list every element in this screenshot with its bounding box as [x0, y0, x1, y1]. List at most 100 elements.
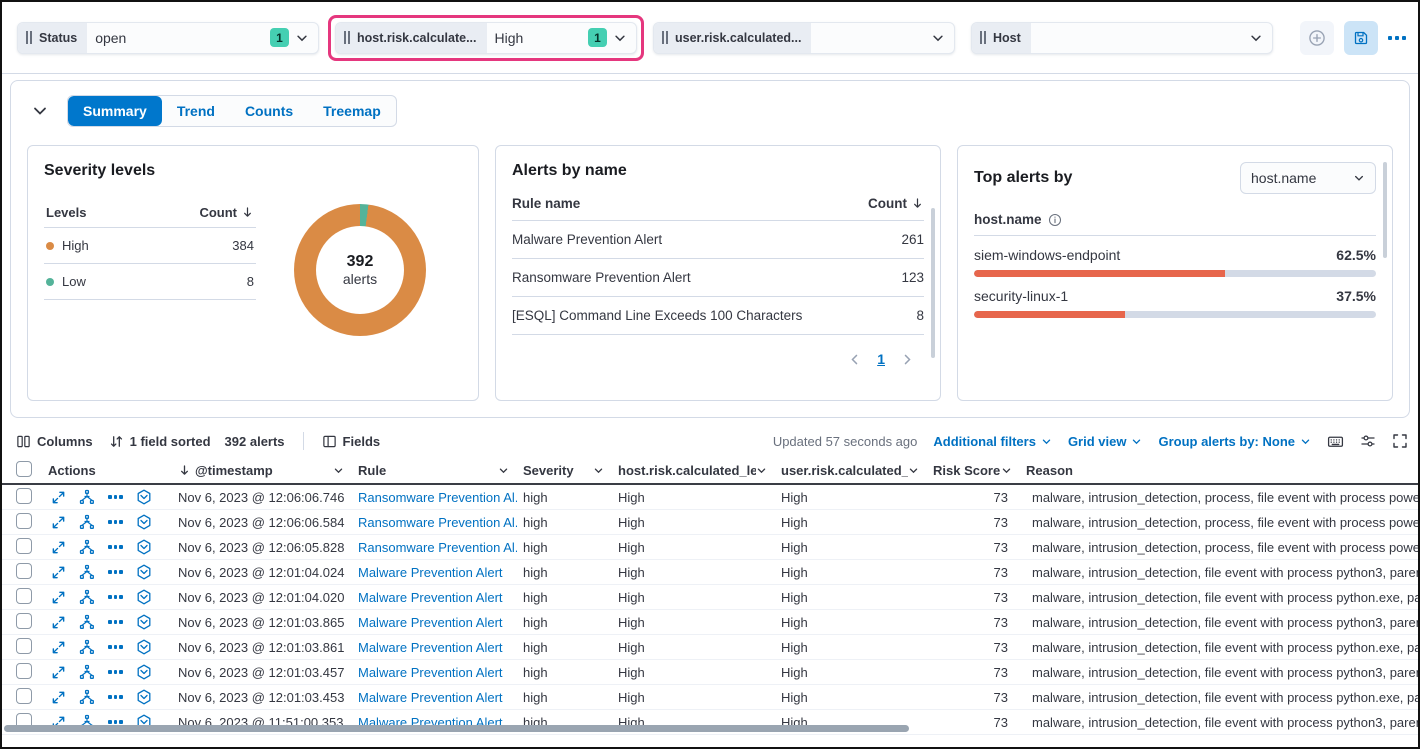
chevron-down-icon[interactable] — [1249, 31, 1263, 45]
row-checkbox[interactable] — [16, 613, 32, 629]
chevron-down-icon[interactable] — [613, 31, 627, 45]
expand-alert-icon[interactable] — [51, 665, 66, 680]
chevron-down-icon[interactable] — [333, 465, 344, 476]
stack-by-select[interactable]: host.name — [1240, 162, 1376, 194]
count-header[interactable]: Count — [868, 196, 907, 211]
chevron-down-icon[interactable] — [1001, 465, 1012, 476]
investigate-timeline-icon[interactable] — [136, 664, 152, 680]
investigate-timeline-icon[interactable] — [136, 514, 152, 530]
investigate-timeline-icon[interactable] — [136, 564, 152, 580]
more-actions-icon[interactable] — [108, 695, 123, 699]
rule-link[interactable]: Ransomware Prevention Al... — [352, 515, 517, 530]
view-tab[interactable]: Summary — [68, 96, 162, 126]
row-checkbox[interactable] — [16, 688, 32, 704]
expand-alert-icon[interactable] — [51, 690, 66, 705]
chevron-down-icon[interactable] — [908, 465, 919, 476]
rule-link[interactable]: Malware Prevention Alert — [352, 690, 517, 705]
expand-alert-icon[interactable] — [51, 515, 66, 530]
drag-handle-icon[interactable] — [980, 31, 986, 44]
previous-page-button[interactable] — [848, 353, 861, 366]
column-header[interactable]: Risk Score — [927, 463, 1020, 478]
investigate-timeline-icon[interactable] — [136, 639, 152, 655]
analyze-event-icon[interactable] — [79, 514, 95, 530]
column-header[interactable]: host.risk.calculated_level — [612, 463, 775, 478]
more-actions-icon[interactable] — [108, 645, 123, 649]
analyze-event-icon[interactable] — [79, 689, 95, 705]
next-page-button[interactable] — [901, 353, 914, 366]
more-actions-icon[interactable] — [108, 720, 123, 724]
more-actions-icon[interactable] — [108, 495, 123, 499]
drag-handle-icon[interactable] — [662, 31, 668, 44]
row-checkbox[interactable] — [16, 513, 32, 529]
column-header[interactable]: Rule — [352, 463, 517, 478]
more-actions-icon[interactable] — [108, 520, 123, 524]
chevron-down-icon[interactable] — [295, 31, 309, 45]
analyze-event-icon[interactable] — [79, 664, 95, 680]
rule-link[interactable]: Malware Prevention Alert — [352, 640, 517, 655]
analyze-event-icon[interactable] — [79, 589, 95, 605]
keyboard-shortcuts-button[interactable] — [1327, 433, 1344, 450]
severity-donut-chart[interactable]: 392 alerts — [294, 204, 426, 336]
fullscreen-button[interactable] — [1392, 433, 1408, 449]
column-header[interactable]: Actions — [42, 463, 172, 478]
chevron-down-icon[interactable] — [498, 465, 509, 476]
display-options-button[interactable] — [1360, 433, 1376, 449]
vertical-scrollbar[interactable] — [931, 208, 935, 358]
count-header[interactable]: Count — [199, 205, 237, 220]
investigate-timeline-icon[interactable] — [136, 539, 152, 555]
page-number[interactable]: 1 — [877, 351, 885, 367]
vertical-scrollbar[interactable] — [1383, 162, 1387, 258]
rule-link[interactable]: Malware Prevention Alert — [352, 590, 517, 605]
additional-filters-button[interactable]: Additional filters — [933, 434, 1052, 449]
drag-handle-icon[interactable] — [26, 31, 32, 44]
row-checkbox[interactable] — [16, 488, 32, 504]
investigate-timeline-icon[interactable] — [136, 614, 152, 630]
investigate-timeline-icon[interactable] — [136, 589, 152, 605]
analyze-event-icon[interactable] — [79, 564, 95, 580]
sort-fields-button[interactable]: 1 field sorted — [109, 434, 211, 449]
expand-alert-icon[interactable] — [51, 590, 66, 605]
investigate-timeline-icon[interactable] — [136, 689, 152, 705]
column-header[interactable]: Severity — [517, 463, 612, 478]
group-alerts-button[interactable]: Group alerts by: None — [1158, 434, 1311, 449]
add-filter-button[interactable] — [1300, 21, 1334, 55]
grid-view-button[interactable]: Grid view — [1068, 434, 1143, 449]
row-checkbox[interactable] — [16, 588, 32, 604]
expand-alert-icon[interactable] — [51, 540, 66, 555]
more-actions-icon[interactable] — [108, 545, 123, 549]
rule-link[interactable]: Ransomware Prevention Al... — [352, 540, 517, 555]
more-actions-icon[interactable] — [108, 620, 123, 624]
info-icon[interactable] — [1048, 213, 1062, 227]
filter-pill[interactable]: Status open 1 — [17, 22, 319, 54]
expand-alert-icon[interactable] — [51, 640, 66, 655]
fields-button[interactable]: Fields — [322, 434, 381, 449]
filter-pill[interactable]: Host — [971, 22, 1273, 54]
column-header[interactable]: user.risk.calculated_level — [775, 463, 927, 478]
severity-legend-row[interactable]: High 384 — [44, 228, 256, 264]
rule-link[interactable]: Malware Prevention Alert — [352, 665, 517, 680]
view-tab[interactable]: Counts — [230, 96, 308, 126]
more-actions-icon[interactable] — [108, 670, 123, 674]
filter-pill[interactable]: host.risk.calculate... High 1 — [335, 22, 637, 54]
chevron-down-icon[interactable] — [931, 31, 945, 45]
query-menu-button[interactable] — [1388, 21, 1406, 55]
rule-link[interactable]: Ransomware Prevention Al... — [352, 490, 517, 505]
drag-handle-icon[interactable] — [344, 31, 350, 44]
column-header[interactable]: Reason — [1020, 463, 1420, 478]
analyze-event-icon[interactable] — [79, 614, 95, 630]
row-checkbox[interactable] — [16, 663, 32, 679]
rule-link[interactable]: Malware Prevention Alert — [352, 565, 517, 580]
chevron-down-icon[interactable] — [756, 465, 767, 476]
row-checkbox[interactable] — [16, 563, 32, 579]
horizontal-scrollbar[interactable] — [4, 725, 909, 732]
collapse-section-button[interactable] — [27, 103, 53, 119]
expand-alert-icon[interactable] — [51, 615, 66, 630]
select-all-checkbox[interactable] — [16, 461, 32, 477]
severity-legend-row[interactable]: Low 8 — [44, 264, 256, 300]
analyze-event-icon[interactable] — [79, 539, 95, 555]
columns-button[interactable]: Columns — [16, 434, 93, 449]
view-tab[interactable]: Treemap — [308, 96, 396, 126]
column-header[interactable]: @timestamp — [172, 463, 352, 478]
analyze-event-icon[interactable] — [79, 489, 95, 505]
filter-pill[interactable]: user.risk.calculated... — [653, 22, 955, 54]
